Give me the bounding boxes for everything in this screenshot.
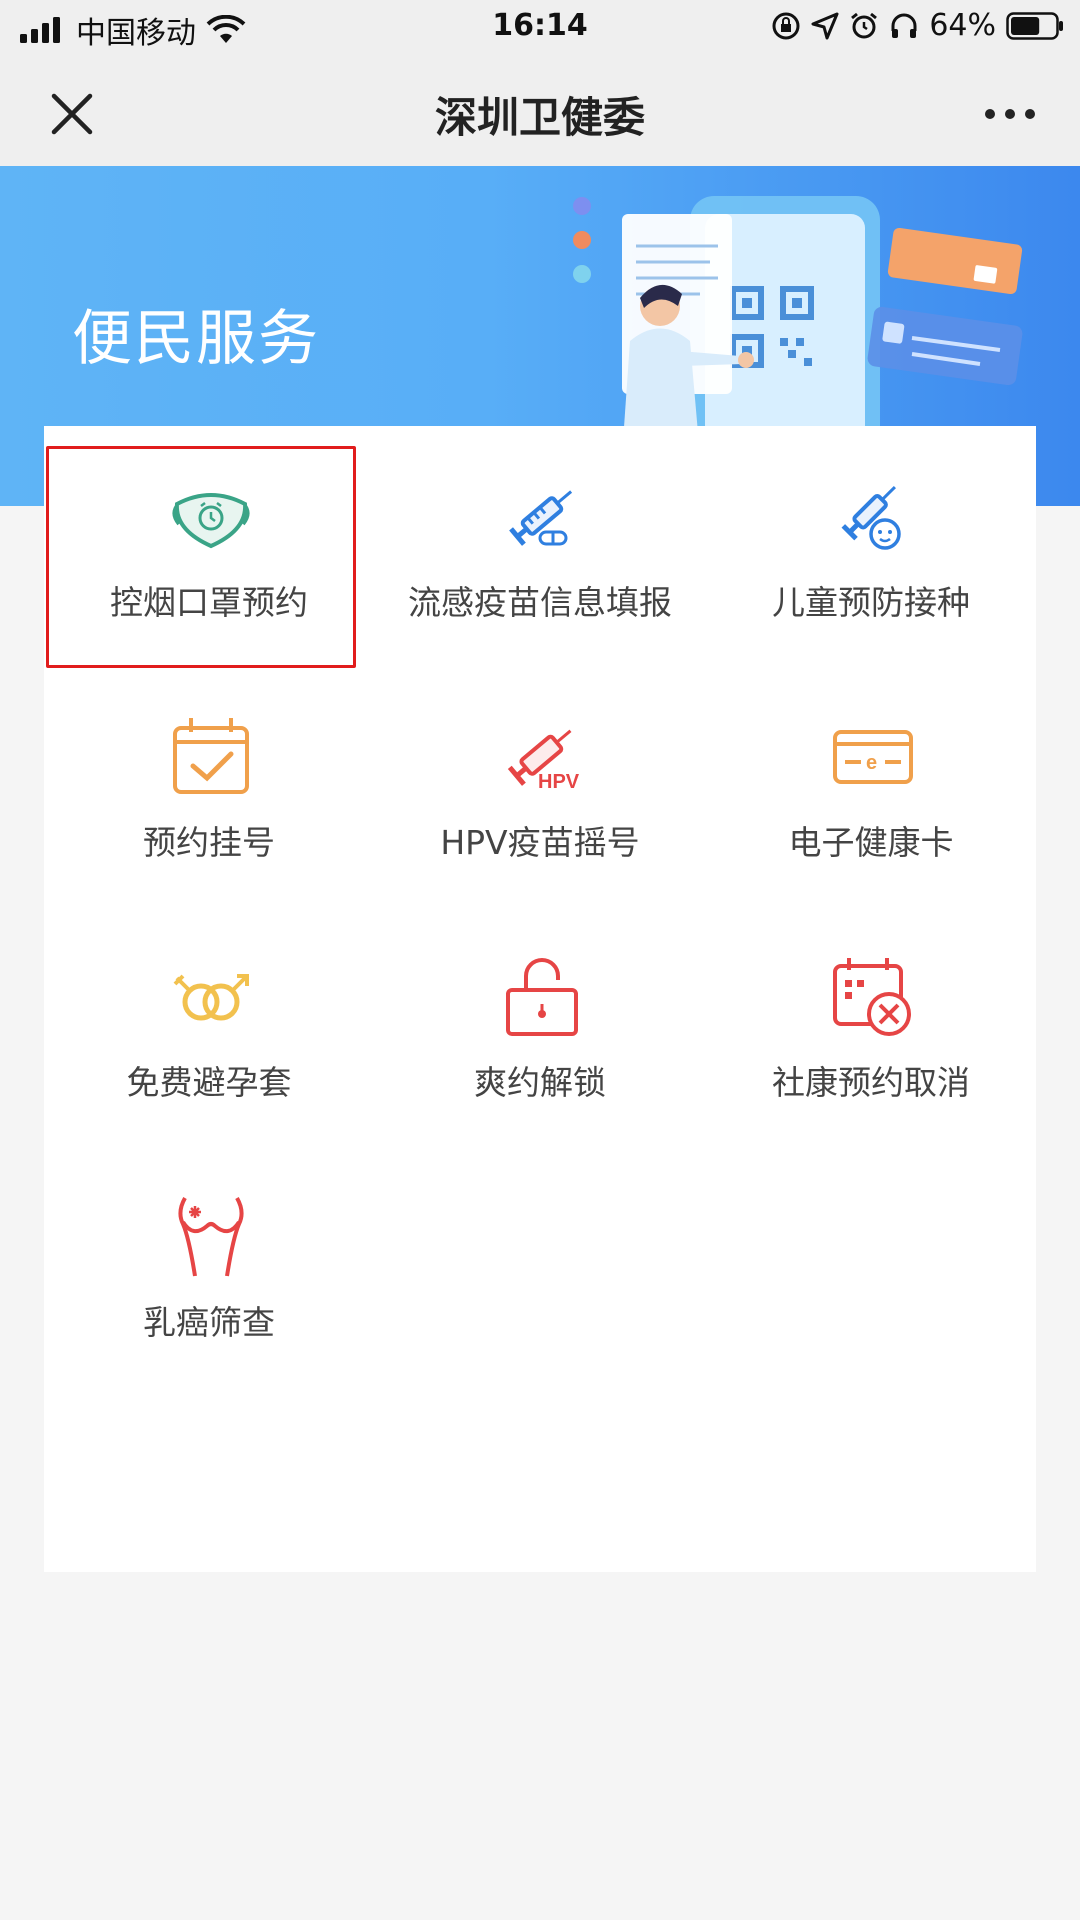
hpv-syringe-icon: HPV (507, 729, 580, 793)
location-icon (811, 12, 839, 39)
calendar-cancel-icon (833, 958, 911, 1036)
service-label: 预约挂号 (143, 823, 275, 862)
status-right: 64% (771, 8, 1064, 43)
unlock-icon (506, 958, 578, 1036)
calendar-check-icon (173, 718, 249, 794)
service-label: 社康预约取消 (772, 1063, 970, 1102)
service-label: 儿童预防接种 (772, 583, 970, 622)
service-label: 乳癌筛查 (143, 1303, 275, 1342)
more-icon[interactable] (980, 102, 1040, 126)
service-item-free-condoms[interactable]: 免费避孕套 (44, 906, 374, 1126)
banner-title: 便民服务 (72, 304, 320, 374)
gender-rings-icon (173, 974, 249, 1021)
service-label: 免费避孕套 (126, 1063, 292, 1102)
service-item-child-vaccination[interactable]: 儿童预防接种 (706, 426, 1036, 646)
page-title: 深圳卫健委 (434, 93, 645, 142)
child-vaccine-icon (841, 485, 901, 550)
service-item-appointment[interactable]: 预约挂号 (44, 666, 374, 886)
alarm-icon (851, 12, 878, 38)
service-label: 爽约解锁 (474, 1063, 606, 1102)
service-label: HPV疫苗摇号 (440, 823, 640, 862)
status-bar: 中国移动 16:14 64% (0, 0, 1080, 54)
selected-item-highlight (46, 446, 356, 668)
service-item-hpv-lottery[interactable]: HPV HPV疫苗摇号 (375, 666, 705, 886)
svg-text:HPV: HPV (538, 771, 580, 793)
health-card-icon: e (833, 730, 913, 784)
svg-text:e: e (866, 752, 877, 774)
service-item-no-show-unlock[interactable]: 爽约解锁 (375, 906, 705, 1126)
nav-bar: 深圳卫健委 (0, 54, 1080, 167)
headphones-icon (891, 13, 917, 38)
service-item-flu-vaccine[interactable]: 流感疫苗信息填报 (375, 426, 705, 646)
syringe-icon (509, 490, 573, 546)
service-label: 电子健康卡 (788, 823, 954, 862)
battery-percent: 64% (929, 8, 996, 43)
service-item-breast-screening[interactable]: 乳癌筛查 (44, 1146, 374, 1366)
service-item-health-card[interactable]: e 电子健康卡 (706, 666, 1036, 886)
battery-icon (1006, 11, 1063, 40)
service-item-appointment-cancel[interactable]: 社康预约取消 (706, 906, 1036, 1126)
breast-screening-icon (178, 1197, 244, 1277)
service-label: 流感疫苗信息填报 (408, 583, 672, 622)
orientation-lock-icon (772, 12, 800, 39)
